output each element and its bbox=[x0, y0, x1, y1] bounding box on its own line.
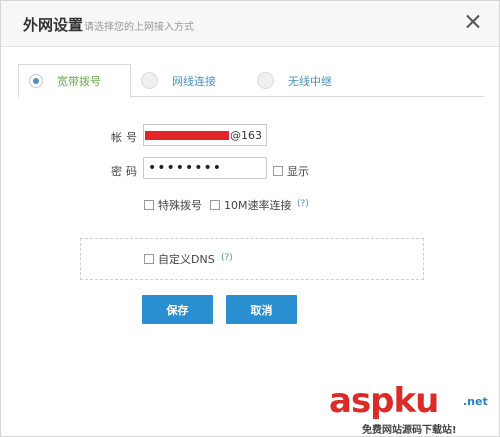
external-network-dialog: 外网设置 请选择您的上网接入方式 宽带拨号 网线连接 无线中继 帐号 @163 … bbox=[0, 0, 500, 437]
watermark-domain-text: .net bbox=[463, 395, 488, 408]
checkbox-icon[interactable] bbox=[273, 166, 283, 176]
radio-icon[interactable] bbox=[141, 72, 158, 89]
radio-selected-icon[interactable] bbox=[29, 74, 43, 88]
dns-help-link[interactable]: (?) bbox=[221, 253, 233, 263]
tab-label: 宽带拨号 bbox=[57, 75, 101, 88]
show-password-checkbox[interactable]: 显示 bbox=[273, 163, 309, 179]
connection-type-tabs: 宽带拨号 网线连接 无线中继 bbox=[18, 64, 484, 98]
show-password-label: 显示 bbox=[287, 165, 309, 178]
tab-broadband-dial[interactable]: 宽带拨号 bbox=[18, 64, 131, 98]
account-label: 帐号 bbox=[111, 131, 141, 144]
password-value: •••••••• bbox=[148, 160, 223, 176]
rate-10m-checkbox[interactable]: 10M速率连接 bbox=[210, 197, 292, 213]
tab-label: 无线中继 bbox=[288, 74, 332, 88]
password-label: 密码 bbox=[111, 165, 141, 178]
radio-icon[interactable] bbox=[257, 72, 274, 89]
watermark-tagline: 免费网站源码下载站! bbox=[362, 425, 457, 436]
account-input[interactable]: @163 bbox=[143, 124, 267, 146]
save-button[interactable]: 保存 bbox=[142, 295, 213, 324]
special-dial-checkbox[interactable]: 特殊拨号 bbox=[144, 197, 202, 213]
account-suffix: @163 bbox=[230, 128, 262, 142]
watermark-main-text: aspku bbox=[329, 381, 439, 421]
dialog-subtitle: 请选择您的上网接入方式 bbox=[84, 22, 194, 33]
dialog-title: 外网设置 bbox=[23, 16, 84, 34]
tab-cable-connection[interactable]: 网线连接 bbox=[141, 64, 216, 97]
special-dial-label: 特殊拨号 bbox=[158, 199, 202, 212]
custom-dns-label: 自定义DNS bbox=[158, 253, 215, 266]
checkbox-icon[interactable] bbox=[144, 254, 154, 264]
custom-dns-checkbox[interactable]: 自定义DNS bbox=[144, 251, 215, 267]
tab-label: 网线连接 bbox=[172, 74, 216, 88]
custom-dns-section bbox=[80, 238, 424, 280]
site-watermark-logo: aspku .net 免费网站源码下载站! bbox=[329, 381, 500, 437]
dialog-header: 外网设置 请选择您的上网接入方式 bbox=[1, 1, 499, 47]
close-icon[interactable] bbox=[463, 12, 483, 32]
tab-wireless-relay[interactable]: 无线中继 bbox=[257, 64, 332, 97]
rate-help-link[interactable]: (?) bbox=[297, 199, 309, 209]
checkbox-icon[interactable] bbox=[144, 200, 154, 210]
cancel-button[interactable]: 取消 bbox=[226, 295, 297, 324]
password-input[interactable]: •••••••• bbox=[143, 157, 267, 179]
checkbox-icon[interactable] bbox=[210, 200, 220, 210]
rate-10m-label: 10M速率连接 bbox=[224, 199, 292, 212]
redacted-account-mark bbox=[145, 130, 229, 140]
